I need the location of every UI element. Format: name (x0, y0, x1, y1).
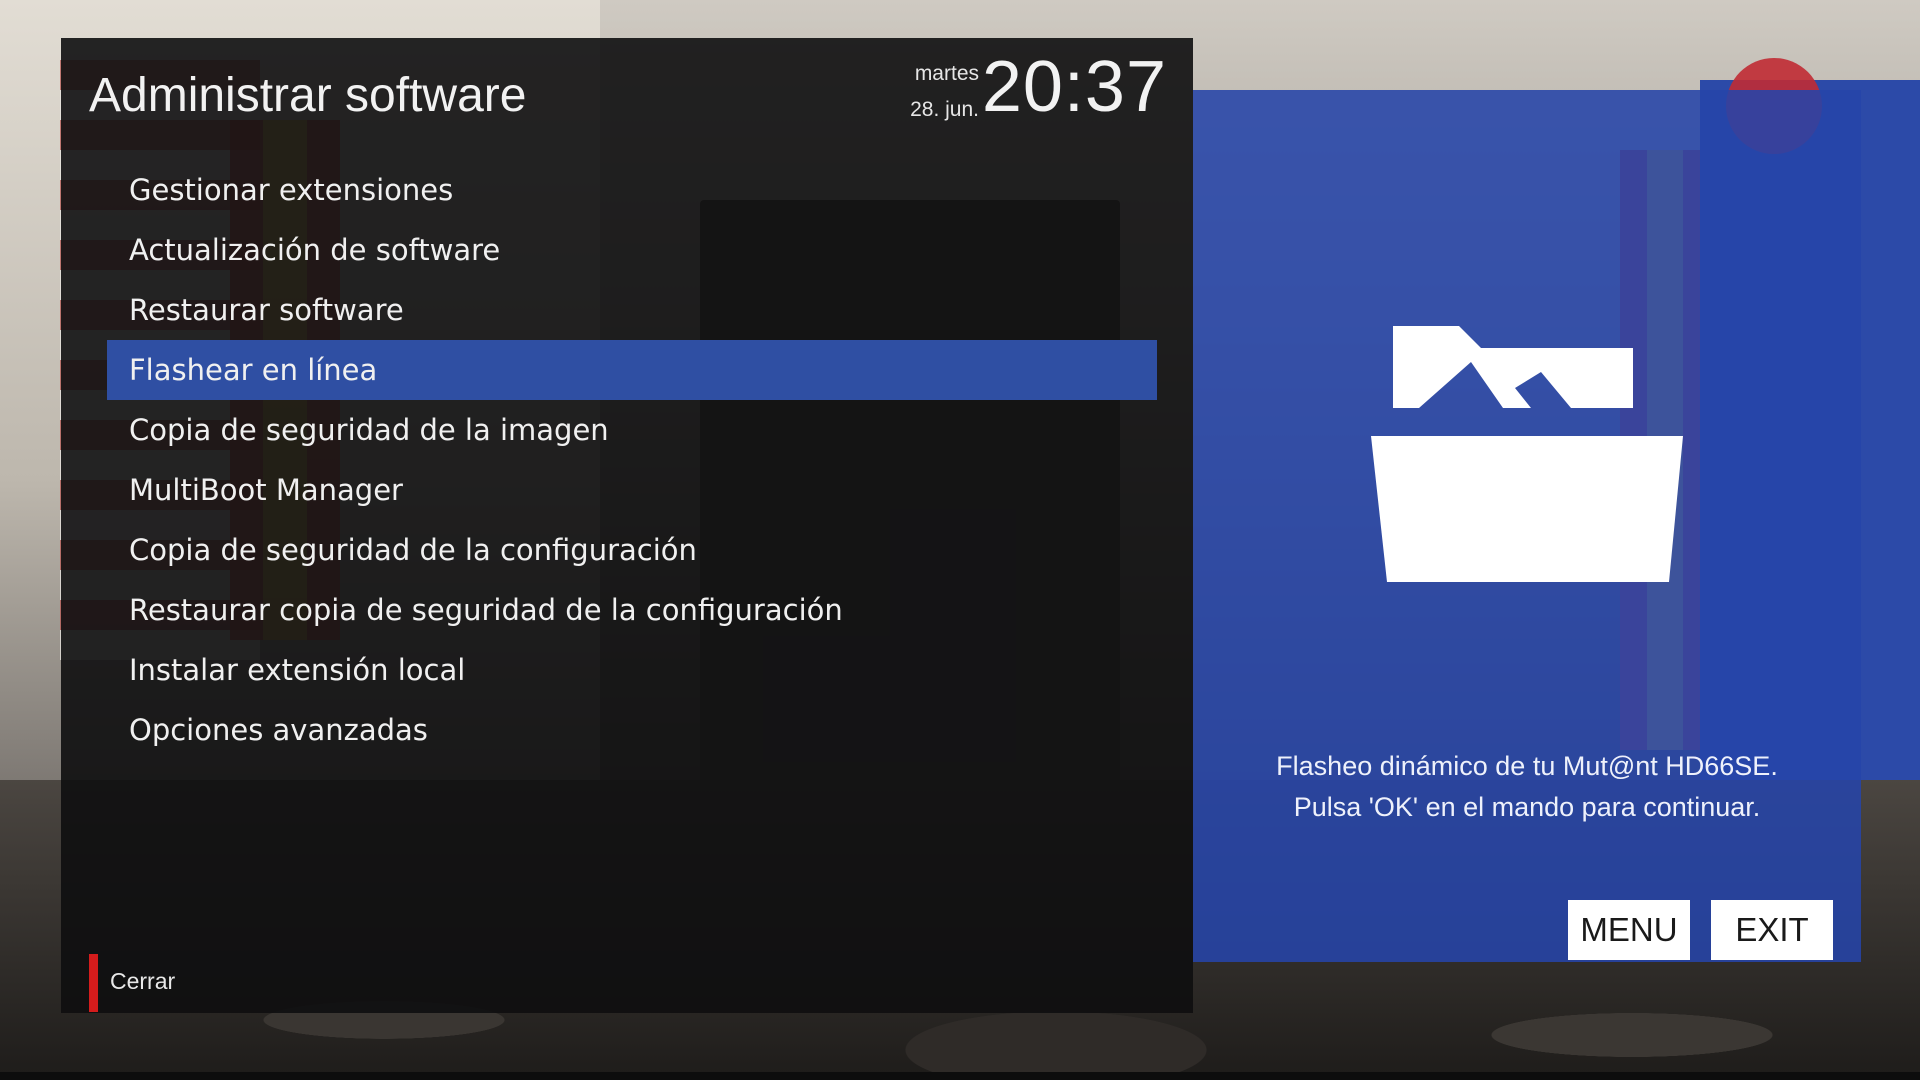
menu-key-button[interactable]: MENU (1568, 900, 1690, 960)
background-strip (0, 1072, 1920, 1080)
menu-item-copia-imagen[interactable]: Copia de seguridad de la imagen (107, 400, 1157, 460)
menu-item-restaurar-software[interactable]: Restaurar software (107, 280, 1157, 340)
menu-item-restaurar-configuracion[interactable]: Restaurar copia de seguridad de la confi… (107, 580, 1157, 640)
software-menu-list: Gestionar extensiones Actualización de s… (107, 160, 1157, 760)
exit-key-button[interactable]: EXIT (1711, 900, 1833, 960)
software-manager-panel: Administrar software martes 28. jun. 20:… (61, 38, 1193, 1013)
description-panel: Flasheo dinámico de tu Mut@nt HD66SE. Pu… (1193, 90, 1861, 962)
menu-item-copia-configuracion[interactable]: Copia de seguridad de la configuración (107, 520, 1157, 580)
menu-item-actualizacion-software[interactable]: Actualización de software (107, 220, 1157, 280)
menu-item-multiboot-manager[interactable]: MultiBoot Manager (107, 460, 1157, 520)
date: 28. jun. (910, 98, 979, 121)
date-display: martes 28. jun. (910, 56, 979, 128)
page-title: Administrar software (89, 69, 527, 122)
menu-item-opciones-avanzadas[interactable]: Opciones avanzadas (107, 700, 1157, 760)
menu-item-instalar-extension-local[interactable]: Instalar extensión local (107, 640, 1157, 700)
menu-item-gestionar-extensiones[interactable]: Gestionar extensiones (107, 160, 1157, 220)
open-folder-icon (1371, 326, 1683, 582)
red-key-close[interactable]: Cerrar (89, 954, 175, 1012)
description-line: Flasheo dinámico de tu Mut@nt HD66SE. (1276, 751, 1778, 781)
clock: 20:37 (981, 47, 1167, 127)
description-line: Pulsa 'OK' en el mando para continuar. (1293, 792, 1761, 822)
weekday: martes (914, 62, 979, 85)
description-text: Flasheo dinámico de tu Mut@nt HD66SE. Pu… (1193, 746, 1861, 828)
red-key-label: Cerrar (110, 968, 176, 994)
menu-item-flashear-en-linea[interactable]: Flashear en línea (107, 340, 1157, 400)
